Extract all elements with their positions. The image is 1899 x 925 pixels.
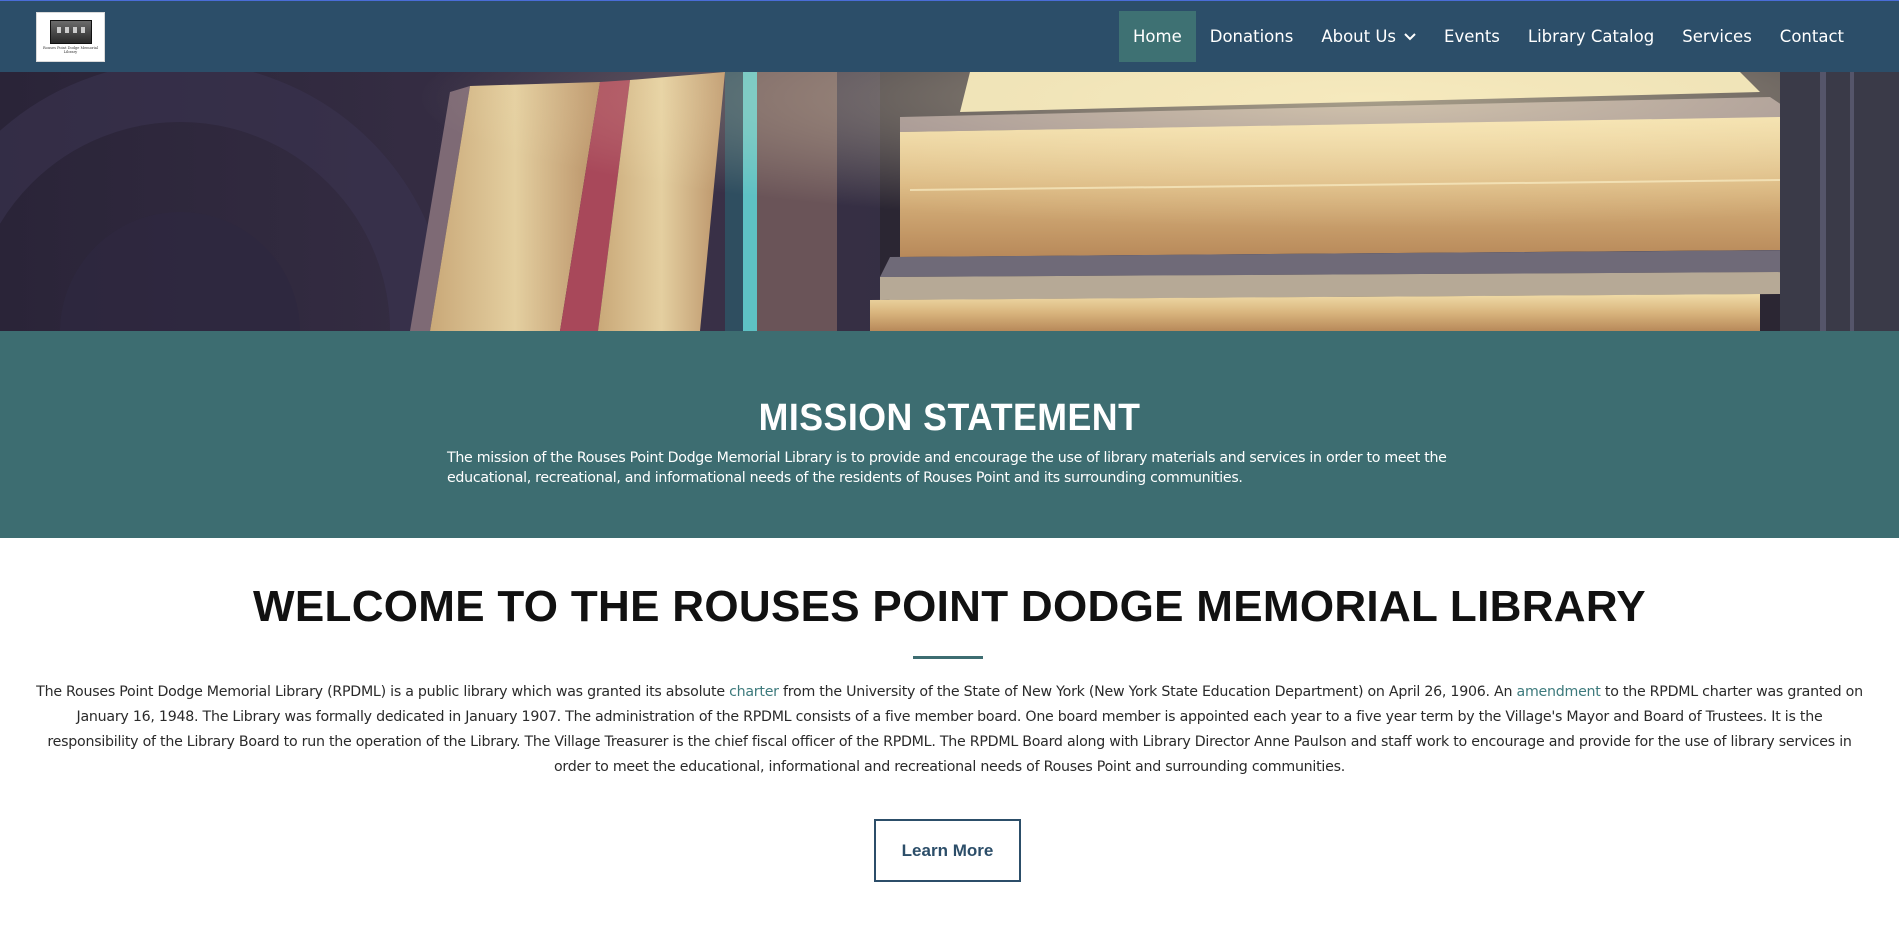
charter-link[interactable]: charter bbox=[729, 684, 779, 700]
nav-item-contact[interactable]: Contact bbox=[1766, 11, 1858, 62]
logo-caption: Rouses Point Dodge Memorial Library bbox=[42, 46, 99, 54]
nav-item-about-us-label: About Us bbox=[1321, 27, 1397, 46]
welcome-text: The Rouses Point Dodge Memorial Library … bbox=[34, 680, 1865, 780]
main-nav: Home Donations About Us Events Library C… bbox=[1119, 11, 1858, 62]
nav-item-about-us[interactable]: About Us bbox=[1307, 11, 1430, 62]
chevron-down-icon bbox=[1404, 32, 1416, 41]
site-header: Rouses Point Dodge Memorial Library Home… bbox=[0, 0, 1899, 72]
library-logo[interactable]: Rouses Point Dodge Memorial Library bbox=[36, 12, 105, 62]
library-building-icon bbox=[49, 20, 92, 44]
nav-item-home[interactable]: Home bbox=[1119, 11, 1196, 62]
mission-section: MISSION STATEMENT The mission of the Rou… bbox=[0, 331, 1899, 538]
nav-item-library-catalog[interactable]: Library Catalog bbox=[1514, 11, 1668, 62]
mission-title: MISSION STATEMENT bbox=[758, 397, 1141, 439]
nav-item-services[interactable]: Services bbox=[1668, 11, 1766, 62]
amendment-link[interactable]: amendment bbox=[1517, 684, 1601, 700]
section-divider bbox=[913, 656, 983, 659]
welcome-text-part-2: from the University of the State of New … bbox=[778, 684, 1517, 700]
welcome-text-part-1: The Rouses Point Dodge Memorial Library … bbox=[36, 684, 730, 700]
nav-item-events[interactable]: Events bbox=[1430, 11, 1514, 62]
nav-item-donations[interactable]: Donations bbox=[1196, 11, 1308, 62]
welcome-title: WELCOME TO THE ROUSES POINT DODGE MEMORI… bbox=[253, 582, 1646, 631]
hero-books-image bbox=[0, 72, 1899, 331]
learn-more-button[interactable]: Learn More bbox=[874, 819, 1021, 882]
mission-text: The mission of the Rouses Point Dodge Me… bbox=[447, 450, 1447, 486]
